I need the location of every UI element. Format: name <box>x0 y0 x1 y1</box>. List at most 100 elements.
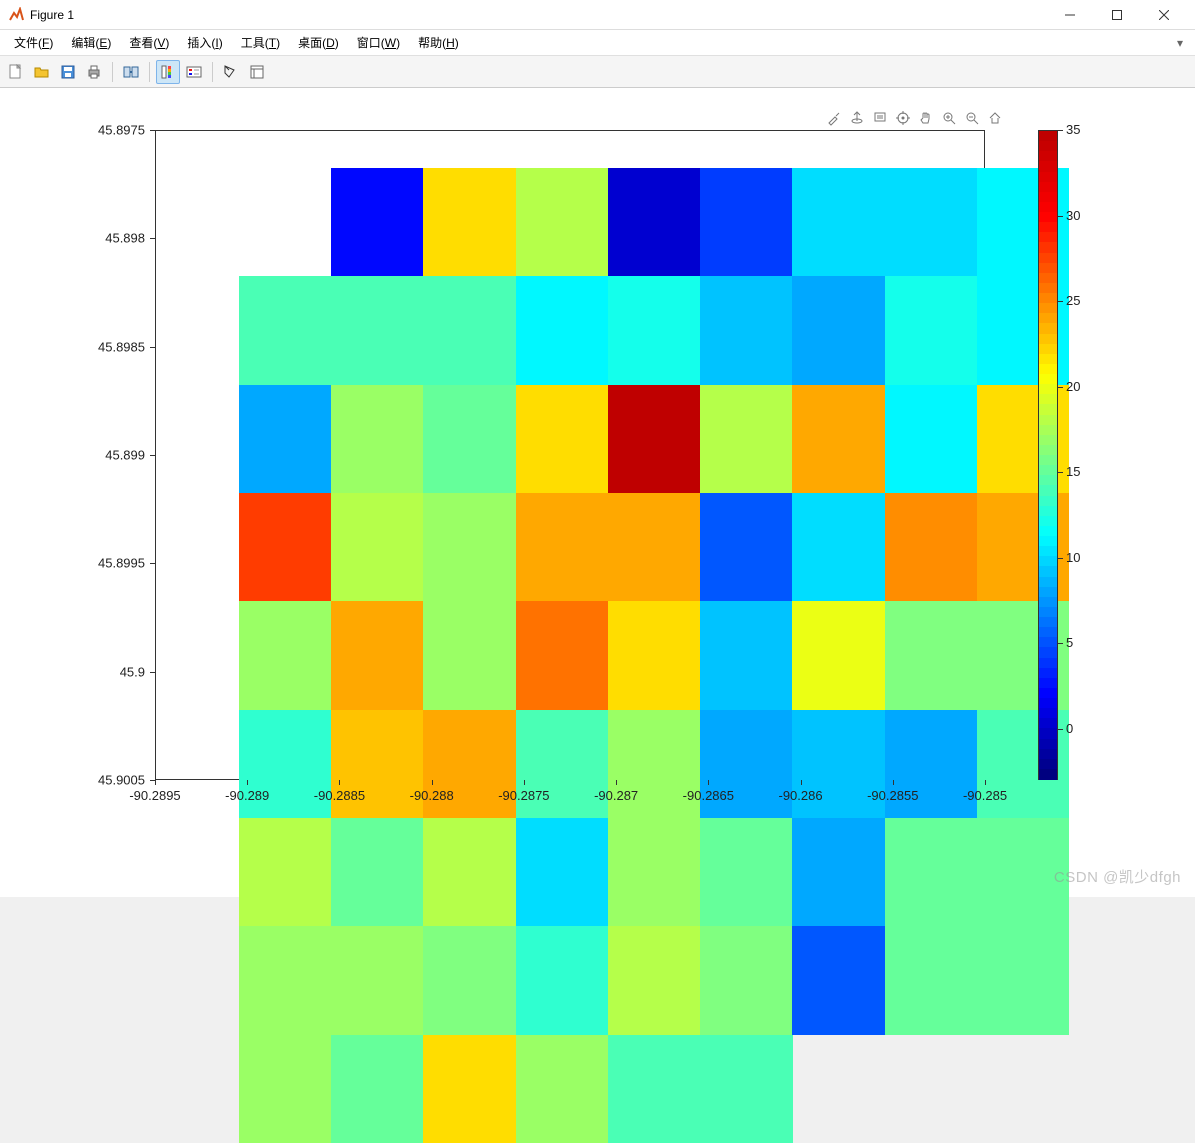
menu-d[interactable]: 桌面(D) <box>290 31 347 54</box>
print-icon[interactable] <box>82 60 106 84</box>
new-figure-icon[interactable] <box>4 60 28 84</box>
heatmap-cell <box>239 493 332 602</box>
heatmap-cell <box>700 493 793 602</box>
heatmap-cell <box>792 385 885 494</box>
heatmap-cell <box>792 926 885 1035</box>
y-tick-label: 45.8985 <box>85 339 145 354</box>
home-icon[interactable] <box>985 108 1005 128</box>
heatmap-cell <box>700 168 793 277</box>
close-button[interactable] <box>1141 0 1187 30</box>
y-tick-label: 45.9 <box>85 664 145 679</box>
heatmap-cell <box>608 168 701 277</box>
datatip-icon[interactable] <box>870 108 890 128</box>
heatmap-cell <box>423 601 516 710</box>
heatmap-cell <box>700 601 793 710</box>
heatmap-cell <box>608 385 701 494</box>
colorbar-tick-label: 35 <box>1066 122 1080 137</box>
colorbar-tick-label: 25 <box>1066 293 1080 308</box>
heatmap-cell <box>331 818 424 927</box>
axes-toolbar <box>824 108 1005 128</box>
brush-icon[interactable] <box>824 108 844 128</box>
x-tick-label: -90.2855 <box>867 788 918 803</box>
heatmap-cell <box>516 818 609 927</box>
minimize-button[interactable] <box>1047 0 1093 30</box>
x-tick-label: -90.287 <box>594 788 638 803</box>
watermark-text: CSDN @凯少dfgh <box>1054 866 1181 887</box>
heatmap-cell <box>239 818 332 927</box>
heatmap-cell <box>700 385 793 494</box>
insert-legend-icon[interactable] <box>182 60 206 84</box>
heatmap-cell <box>423 276 516 385</box>
heatmap-cell <box>700 276 793 385</box>
heatmap-cell <box>423 1035 516 1143</box>
open-icon[interactable] <box>30 60 54 84</box>
edit-plot-icon[interactable] <box>219 60 243 84</box>
heatmap-cell <box>239 385 332 494</box>
open-property-inspector-icon[interactable] <box>245 60 269 84</box>
heatmap-cell <box>516 601 609 710</box>
toolbar <box>0 56 1195 88</box>
colorbar-tick-label: 0 <box>1066 721 1073 736</box>
window-controls <box>1047 0 1187 30</box>
save-icon[interactable] <box>56 60 80 84</box>
zoom-in-icon[interactable] <box>939 108 959 128</box>
menu-f[interactable]: 文件(F) <box>6 31 61 54</box>
zoom-out-icon[interactable] <box>962 108 982 128</box>
x-tick-label: -90.285 <box>963 788 1007 803</box>
heatmap-cell <box>700 818 793 927</box>
heatmap-cell <box>608 601 701 710</box>
y-tick-label: 45.9005 <box>85 773 145 788</box>
heatmap-cell <box>516 926 609 1035</box>
menu-v[interactable]: 查看(V) <box>121 31 177 54</box>
menu-t[interactable]: 工具(T) <box>233 31 288 54</box>
axes[interactable] <box>155 130 985 780</box>
heatmap-cell <box>423 168 516 277</box>
colorbar[interactable] <box>1038 130 1058 780</box>
colorbar-tick-label: 10 <box>1066 550 1080 565</box>
menu-w[interactable]: 窗口(W) <box>349 31 408 54</box>
heatmap-cell <box>239 601 332 710</box>
heatmap-cell <box>792 276 885 385</box>
heatmap-cell <box>885 493 978 602</box>
menu-i[interactable]: 插入(I) <box>179 31 230 54</box>
heatmap-cell <box>331 168 424 277</box>
menubar-overflow-icon[interactable]: ▾ <box>1177 36 1189 50</box>
heatmap-cell <box>700 926 793 1035</box>
rotate3d-icon[interactable] <box>847 108 867 128</box>
heatmap-cell <box>608 926 701 1035</box>
matlab-app-icon <box>8 7 24 23</box>
link-axes-icon[interactable] <box>119 60 143 84</box>
heatmap-cell <box>608 1035 701 1143</box>
heatmap-cell <box>331 926 424 1035</box>
x-tick-label: -90.2865 <box>683 788 734 803</box>
heatmap-cell <box>423 818 516 927</box>
heatmap-cell <box>516 276 609 385</box>
pan-icon[interactable] <box>916 108 936 128</box>
heatmap-cell <box>977 926 1070 1035</box>
heatmap-cell <box>423 493 516 602</box>
heatmap-cell <box>516 1035 609 1143</box>
heatmap-cell <box>331 601 424 710</box>
heatmap-cell <box>331 385 424 494</box>
menu-e[interactable]: 编辑(E) <box>63 31 119 54</box>
maximize-button[interactable] <box>1094 0 1140 30</box>
y-tick-label: 45.8975 <box>85 123 145 138</box>
x-tick-label: -90.288 <box>410 788 454 803</box>
heatmap-cell <box>885 276 978 385</box>
heatmap-cell <box>608 493 701 602</box>
heatmap-cell <box>608 818 701 927</box>
heatmap-cell <box>423 385 516 494</box>
y-tick-label: 45.8995 <box>85 556 145 571</box>
x-tick-label: -90.2885 <box>314 788 365 803</box>
heatmap-cell <box>608 276 701 385</box>
x-tick-label: -90.289 <box>225 788 269 803</box>
heatmap-cell <box>331 1035 424 1143</box>
insert-colorbar-icon[interactable] <box>156 60 180 84</box>
menu-h[interactable]: 帮助(H) <box>410 31 467 54</box>
heatmap-cell <box>423 926 516 1035</box>
data-cursor-icon[interactable] <box>893 108 913 128</box>
heatmap-cell <box>700 1035 793 1143</box>
heatmap-cell <box>885 168 978 277</box>
window-title: Figure 1 <box>30 8 74 22</box>
menu-bar: 文件(F)编辑(E)查看(V)插入(I)工具(T)桌面(D)窗口(W)帮助(H)… <box>0 30 1195 56</box>
